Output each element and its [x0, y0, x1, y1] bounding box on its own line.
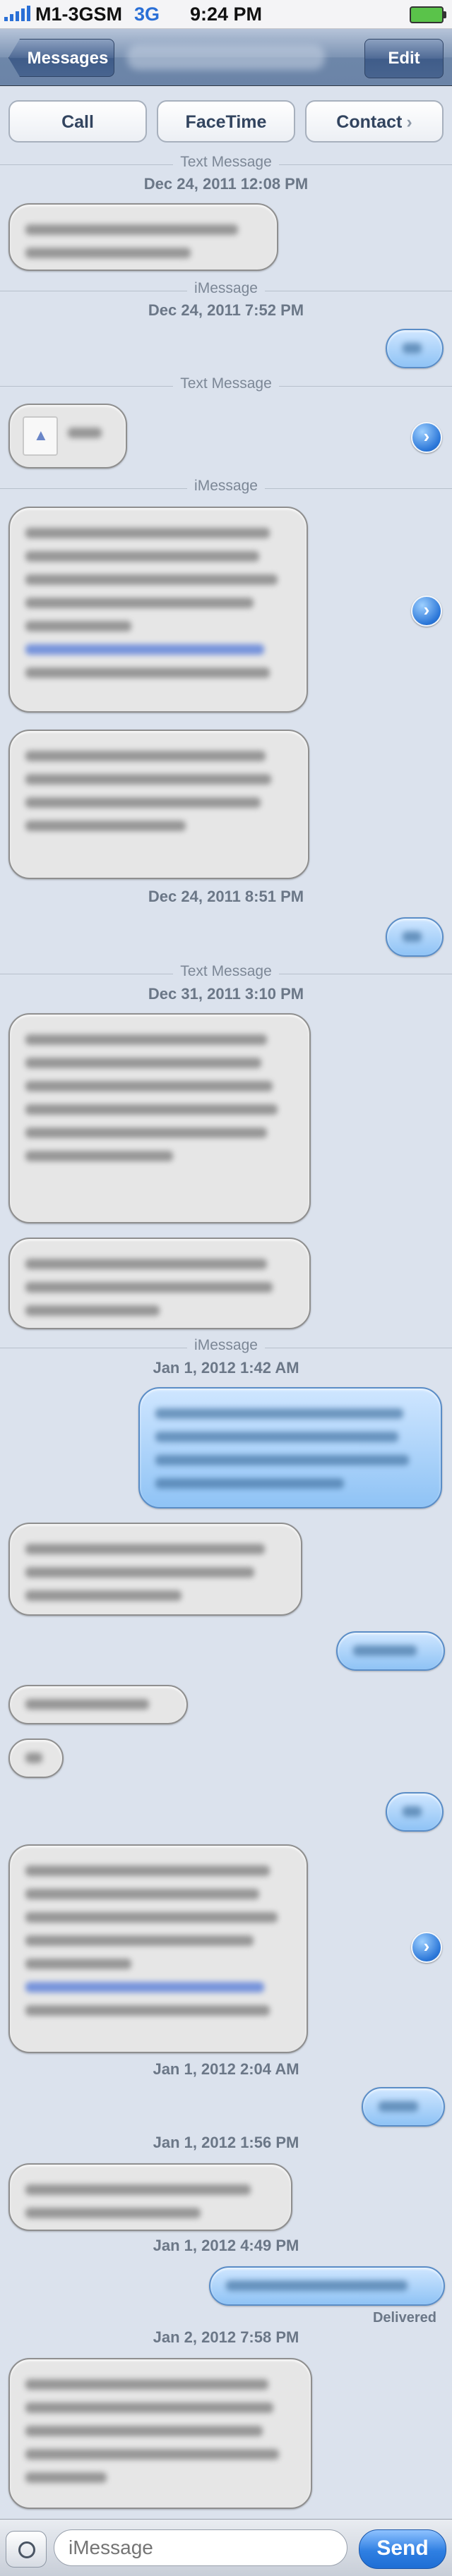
- share-arrow-icon[interactable]: ›: [411, 595, 442, 627]
- status-time: 9:24 PM: [189, 4, 263, 25]
- timestamp: Jan 1, 2012 1:56 PM: [153, 2134, 299, 2151]
- incoming-message-bubble[interactable]: [8, 1523, 302, 1616]
- incoming-message-bubble[interactable]: [8, 1844, 308, 2053]
- service-label: Text Message: [0, 375, 452, 392]
- timestamp: Dec 24, 2011 7:52 PM: [148, 301, 304, 319]
- status-bar: M1-3GSM 3G 9:24 PM: [0, 0, 452, 29]
- timestamp: Jan 2, 2012 7:58 PM: [153, 2328, 299, 2346]
- outgoing-message-bubble[interactable]: [386, 329, 444, 368]
- camera-icon[interactable]: [6, 2531, 47, 2568]
- back-to-messages-button[interactable]: Messages: [8, 39, 114, 77]
- timestamp: Jan 1, 2012 4:49 PM: [153, 2237, 299, 2254]
- chevron-right-icon: ›: [406, 112, 412, 132]
- message-input[interactable]: [54, 2529, 347, 2566]
- incoming-message-bubble[interactable]: [8, 1013, 311, 1223]
- timestamp: Dec 24, 2011 8:51 PM: [148, 888, 304, 905]
- timestamp: Dec 31, 2011 3:10 PM: [148, 985, 304, 1003]
- call-button[interactable]: Call: [8, 100, 147, 143]
- facetime-label: FaceTime: [185, 112, 267, 132]
- delivered-status: Delivered: [372, 2310, 436, 2326]
- battery-icon: [410, 6, 446, 23]
- compose-bar: Send: [0, 2519, 452, 2576]
- incoming-message-bubble[interactable]: [8, 507, 308, 713]
- outgoing-message-bubble[interactable]: [386, 917, 444, 957]
- incoming-message-bubble[interactable]: [8, 1739, 64, 1778]
- contact-label: Contact: [336, 112, 403, 132]
- timestamp: Jan 1, 2012 2:04 AM: [153, 2060, 299, 2078]
- navigation-bar: Messages Edit: [0, 29, 452, 86]
- timestamp: Dec 24, 2011 12:08 PM: [143, 175, 309, 193]
- outgoing-message-bubble[interactable]: [362, 2087, 445, 2127]
- call-label: Call: [61, 112, 94, 132]
- outgoing-message-bubble[interactable]: [336, 1631, 445, 1671]
- contact-name-title-redacted: [127, 44, 325, 70]
- facetime-button[interactable]: FaceTime: [157, 100, 295, 143]
- incoming-message-bubble[interactable]: [8, 2358, 312, 2509]
- service-label: Text Message: [0, 963, 452, 980]
- service-label: iMessage: [0, 1337, 452, 1354]
- timestamp: Jan 1, 2012 1:42 AM: [153, 1359, 299, 1377]
- service-label: Text Message: [0, 154, 452, 171]
- outgoing-message-bubble[interactable]: [138, 1387, 442, 1508]
- outgoing-message-bubble[interactable]: [209, 2266, 445, 2306]
- contact-card-icon: [23, 416, 58, 456]
- service-label: iMessage: [0, 478, 452, 495]
- share-arrow-icon[interactable]: ›: [411, 1932, 442, 1963]
- incoming-message-bubble[interactable]: [8, 1238, 311, 1329]
- incoming-contact-bubble[interactable]: [8, 404, 127, 468]
- contact-button[interactable]: Contact ›: [305, 100, 444, 143]
- send-button[interactable]: Send: [359, 2529, 446, 2569]
- edit-button[interactable]: Edit: [364, 39, 444, 78]
- incoming-message-bubble[interactable]: [8, 203, 278, 271]
- outgoing-message-bubble[interactable]: [386, 1792, 444, 1832]
- contact-actions-row: Call FaceTime Contact ›: [0, 86, 452, 157]
- incoming-message-bubble[interactable]: [8, 1685, 188, 1724]
- incoming-message-bubble[interactable]: [8, 2163, 292, 2231]
- incoming-message-bubble[interactable]: [8, 730, 309, 879]
- service-label: iMessage: [0, 280, 452, 297]
- share-arrow-icon[interactable]: ›: [411, 422, 442, 453]
